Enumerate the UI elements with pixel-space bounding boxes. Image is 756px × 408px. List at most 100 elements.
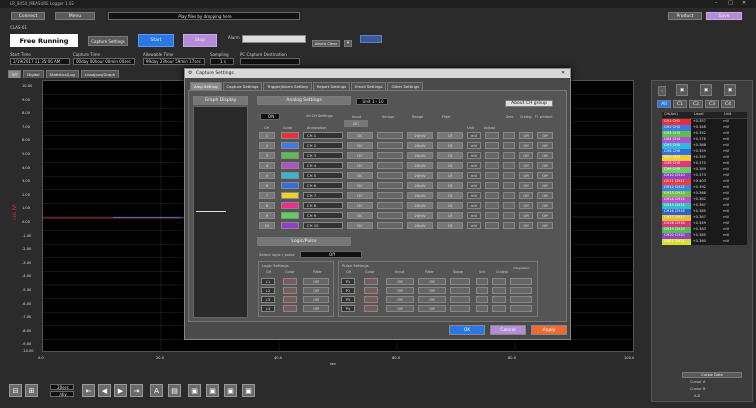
pulse-integ[interactable] xyxy=(510,305,532,312)
monitor-icon-2[interactable]: ▣ xyxy=(700,84,712,96)
select-logic-value[interactable]: Off xyxy=(300,251,362,258)
channel-row[interactable]: 7 CH 7 DC 20mV 10 mV Off Off xyxy=(257,192,556,200)
tab-email-settings[interactable]: Email Settings xyxy=(351,82,387,90)
channel-row[interactable]: 4 CH 4 DC 20mV 10 mV Off Off xyxy=(257,162,556,170)
ch-filter[interactable]: 10 xyxy=(437,162,463,169)
save-button[interactable]: Save xyxy=(706,12,742,20)
ch-unit[interactable]: mV xyxy=(467,222,481,229)
minimize-button[interactable]: – xyxy=(715,0,718,6)
ch-number[interactable]: 3 xyxy=(259,152,275,159)
ch-range[interactable]: 20mV xyxy=(407,222,433,229)
expand-panel-icon[interactable]: ‹ xyxy=(658,86,666,96)
ch-range[interactable]: 20mV xyxy=(407,172,433,179)
ch-annotation[interactable]: CH 1 xyxy=(303,132,343,139)
ch-color-swatch[interactable] xyxy=(281,142,299,149)
ch-scaling[interactable]: Off xyxy=(519,202,533,209)
ch-number[interactable]: 2 xyxy=(259,142,275,149)
ch-filter[interactable]: 10 xyxy=(437,152,463,159)
ch-scaling[interactable]: Off xyxy=(519,152,533,159)
ch-annotation[interactable]: CH 2 xyxy=(303,142,343,149)
channel-row[interactable]: 1 CH 1 DC 20mV 10 mV Off Off xyxy=(257,132,556,140)
ch-range[interactable]: 20mV xyxy=(407,182,433,189)
pulse-filter[interactable]: Off xyxy=(418,287,446,294)
ch-zero[interactable] xyxy=(503,142,515,149)
ch-color-swatch[interactable] xyxy=(281,192,299,199)
ch-filter[interactable]: 10 xyxy=(437,172,463,179)
ch-filter[interactable]: 10 xyxy=(437,202,463,209)
ch-fft[interactable]: Off xyxy=(537,192,553,199)
ch-range[interactable]: 20mV xyxy=(407,162,433,169)
ch-filter[interactable]: 10 xyxy=(437,182,463,189)
ch-input[interactable]: DC xyxy=(347,182,373,189)
start-button[interactable]: Start xyxy=(138,34,174,47)
pulse-filter[interactable]: Off xyxy=(418,305,446,312)
ch-color-swatch[interactable] xyxy=(281,172,299,179)
logic-color-swatch[interactable] xyxy=(283,296,297,303)
ch-sensor[interactable] xyxy=(377,132,403,139)
tab-all[interactable]: All xyxy=(657,100,671,108)
ch-number[interactable]: 4 xyxy=(259,162,275,169)
ch-unit[interactable]: mV xyxy=(467,132,481,139)
ch-scaling[interactable]: Off xyxy=(519,222,533,229)
ch-input[interactable]: DC xyxy=(347,192,373,199)
ch-unit[interactable]: mV xyxy=(467,142,481,149)
ch-adjust[interactable] xyxy=(485,142,499,149)
channel-level-row[interactable]: CH21 CH21 +0.360 mV xyxy=(662,239,747,245)
ch-color-swatch[interactable] xyxy=(281,202,299,209)
pulse-color-swatch[interactable] xyxy=(364,278,378,285)
ch-adjust[interactable] xyxy=(485,212,499,219)
ch-input[interactable]: DC xyxy=(347,162,373,169)
cancel-button[interactable]: Cancel xyxy=(490,325,526,335)
ch-color-swatch[interactable] xyxy=(281,182,299,189)
ch-color-swatch[interactable] xyxy=(281,132,299,139)
ch-input[interactable]: DC xyxy=(347,132,373,139)
tab-statistics[interactable]: Statistics/Log xyxy=(45,70,79,78)
tab-amp-setting[interactable]: Amp Setting xyxy=(190,82,222,90)
pulse-integ[interactable] xyxy=(510,287,532,294)
ch-zero[interactable] xyxy=(503,202,515,209)
pulse-color-swatch[interactable] xyxy=(364,287,378,294)
ch-sensor[interactable] xyxy=(377,212,403,219)
logic-filter[interactable]: Off xyxy=(303,287,329,294)
ch-fft[interactable]: Off xyxy=(537,212,553,219)
ch-zero[interactable] xyxy=(503,132,515,139)
ch-number[interactable]: 8 xyxy=(259,202,275,209)
ch-annotation[interactable]: CH 6 xyxy=(303,182,343,189)
ch-sensor[interactable] xyxy=(377,192,403,199)
ch-sensor[interactable] xyxy=(377,222,403,229)
monitor-icon-3[interactable]: ▣ xyxy=(724,84,736,96)
ch-annotation[interactable]: CH 7 xyxy=(303,192,343,199)
ch-fft[interactable]: Off xyxy=(537,162,553,169)
ch-color-swatch[interactable] xyxy=(281,162,299,169)
ch-fft[interactable]: Off xyxy=(537,132,553,139)
capture-settings-button[interactable]: Capture Settings xyxy=(88,36,128,46)
pulse-scaling[interactable] xyxy=(492,287,506,294)
ch-filter[interactable]: 10 xyxy=(437,222,463,229)
ch-scaling[interactable]: Off xyxy=(519,182,533,189)
ch-scaling[interactable]: Off xyxy=(519,192,533,199)
ch-adjust[interactable] xyxy=(485,162,499,169)
ch-input[interactable]: DC xyxy=(347,212,373,219)
ch-number[interactable]: 6 xyxy=(259,182,275,189)
ch-unit[interactable]: mV xyxy=(467,212,481,219)
logic-filter[interactable]: Off xyxy=(303,278,329,285)
ch-filter[interactable]: 10 xyxy=(437,132,463,139)
pulse-input[interactable]: Off xyxy=(386,287,414,294)
scroll-right-icon[interactable]: ▶ xyxy=(114,384,127,397)
ch-unit[interactable]: mV xyxy=(467,162,481,169)
cursor-a-icon[interactable]: A xyxy=(150,384,163,397)
ch-fft[interactable]: Off xyxy=(537,202,553,209)
ch-unit[interactable]: mV xyxy=(467,152,481,159)
ch-sensor[interactable] xyxy=(377,172,403,179)
ch-annotation[interactable]: CH 9 xyxy=(303,212,343,219)
pulse-color-swatch[interactable] xyxy=(364,305,378,312)
apply-button[interactable]: Apply xyxy=(531,325,567,335)
ch-fft[interactable]: Off xyxy=(537,142,553,149)
pulse-filter[interactable]: Off xyxy=(418,278,446,285)
pulse-slope[interactable] xyxy=(450,278,470,285)
pulse-unit[interactable] xyxy=(476,287,488,294)
pulse-integ[interactable] xyxy=(510,278,532,285)
pulse-ch[interactable]: P3 xyxy=(341,296,355,303)
ch-annotation[interactable]: CH 8 xyxy=(303,202,343,209)
ch-filter[interactable]: 10 xyxy=(437,142,463,149)
